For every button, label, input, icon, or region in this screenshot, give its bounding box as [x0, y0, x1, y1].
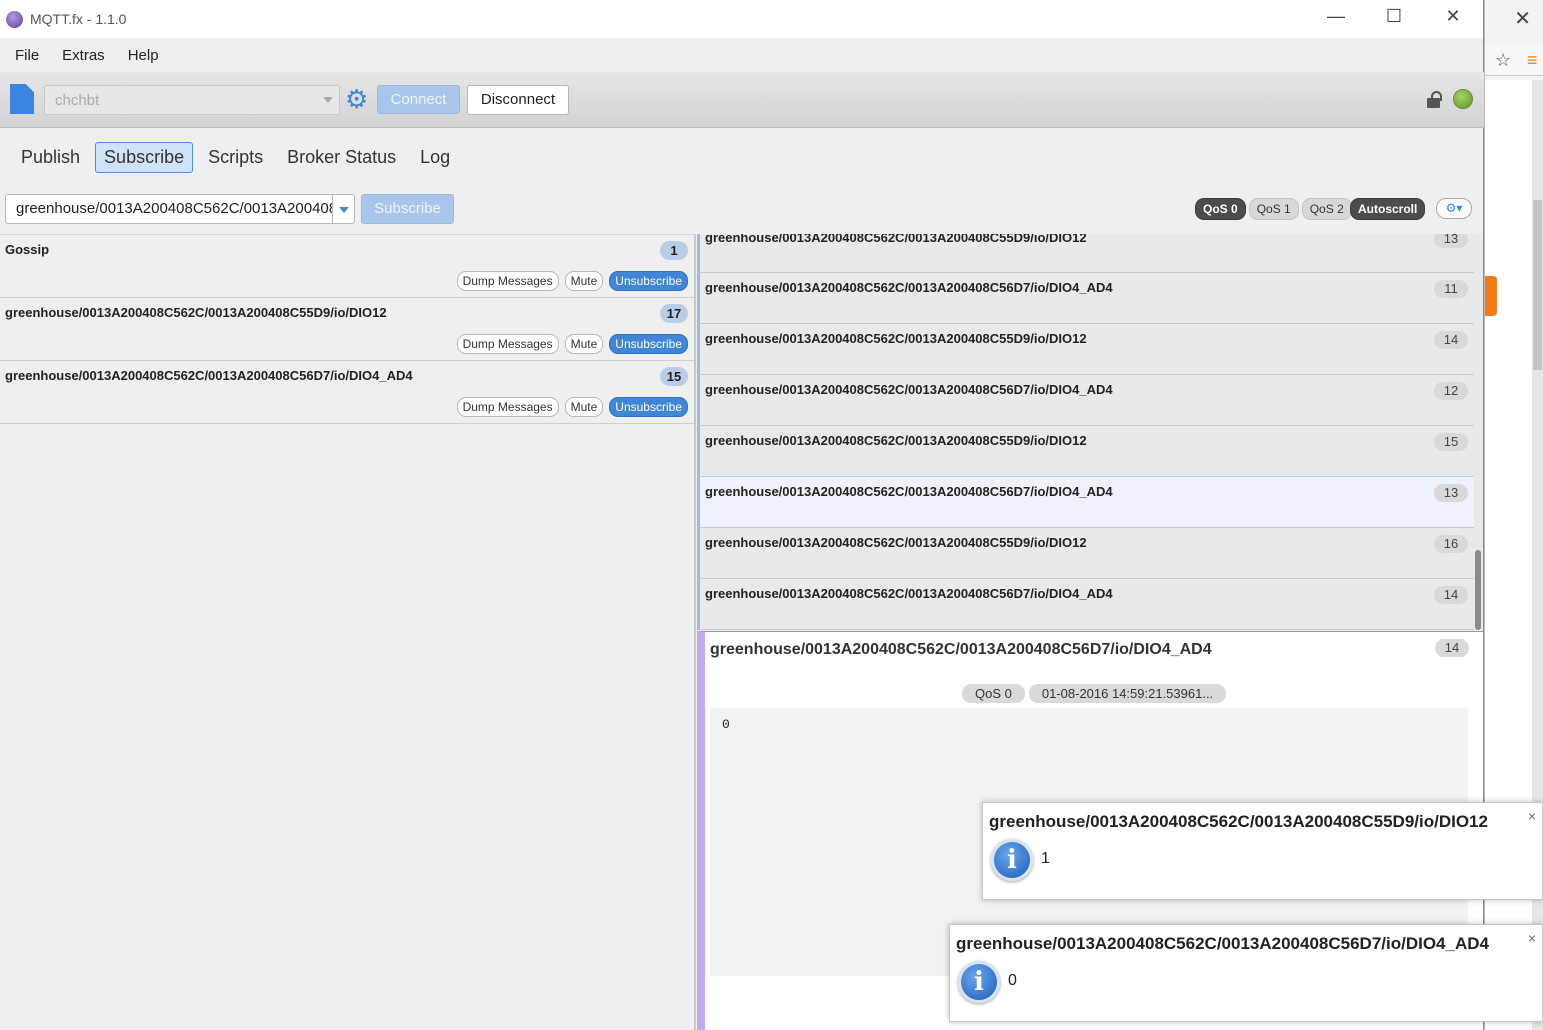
gear-dropdown-icon[interactable]: ⚙▾ — [1436, 198, 1472, 219]
message-topic: greenhouse/0013A200408C562C/0013A200408C… — [705, 484, 1113, 499]
connection-toolbar: chchbt ⚙ Connect Disconnect — [0, 72, 1484, 128]
message-topic: greenhouse/0013A200408C562C/0013A200408C… — [705, 535, 1087, 550]
subscription-count-badge: 15 — [660, 367, 688, 386]
message-list-scrollbar[interactable] — [1474, 234, 1483, 631]
tab-subscribe[interactable]: Subscribe — [95, 142, 194, 173]
message-row[interactable]: greenhouse/0013A200408C562C/0013A200408C… — [697, 579, 1474, 630]
close-button[interactable]: ✕ — [1433, 6, 1473, 27]
unsubscribe-button[interactable]: Unsubscribe — [609, 334, 688, 354]
message-row[interactable]: greenhouse/0013A200408C562C/0013A200408C… — [697, 273, 1474, 324]
connection-status-icon — [1453, 89, 1473, 109]
tab-publish[interactable]: Publish — [12, 142, 89, 173]
subscription-topic: Gossip — [5, 242, 50, 257]
app-icon — [6, 11, 23, 28]
pane-divider[interactable] — [694, 234, 696, 1030]
qos-0-toggle[interactable]: QoS 0 — [1195, 198, 1246, 220]
chevron-down-icon — [323, 97, 333, 103]
close-icon[interactable]: × — [1528, 808, 1536, 824]
dump-messages-button[interactable]: Dump Messages — [456, 397, 559, 417]
message-id-badge: 14 — [1434, 331, 1468, 349]
subscribe-button[interactable]: Subscribe — [361, 194, 454, 224]
message-row[interactable]: greenhouse/0013A200408C562C/0013A200408C… — [697, 324, 1474, 375]
menu-bar: File Extras Help — [0, 38, 1483, 72]
message-row[interactable]: greenhouse/0013A200408C562C/0013A200408C… — [697, 477, 1474, 528]
close-icon[interactable]: × — [1528, 930, 1536, 946]
message-topic: greenhouse/0013A200408C562C/0013A200408C… — [705, 280, 1113, 295]
profile-value: chchbt — [55, 92, 100, 109]
notification-topic: greenhouse/0013A200408C562C/0013A200408C… — [989, 812, 1488, 831]
info-icon: i — [991, 839, 1033, 881]
detail-timestamp: 01-08-2016 14:59:21.53961... — [1028, 684, 1227, 703]
qos-selector: QoS 0 QoS 1 QoS 2 — [1195, 198, 1352, 220]
message-id-badge: 11 — [1434, 280, 1468, 298]
dump-messages-button[interactable]: Dump Messages — [456, 271, 559, 291]
message-topic: greenhouse/0013A200408C562C/0013A200408C… — [705, 382, 1113, 397]
mute-button[interactable]: Mute — [564, 334, 604, 354]
document-icon[interactable] — [10, 84, 34, 114]
browser-menu-icon[interactable]: ≡ — [1527, 50, 1538, 71]
unsubscribe-button[interactable]: Unsubscribe — [609, 397, 688, 417]
notification-topic: greenhouse/0013A200408C562C/0013A200408C… — [956, 934, 1489, 953]
disconnect-button[interactable]: Disconnect — [467, 85, 569, 115]
maximize-button[interactable]: ☐ — [1374, 6, 1414, 27]
message-id-badge: 16 — [1434, 535, 1468, 553]
message-row[interactable]: greenhouse/0013A200408C562C/0013A200408C… — [697, 528, 1474, 579]
notification-popup[interactable]: greenhouse/0013A200408C562C/0013A200408C… — [982, 802, 1543, 900]
message-row[interactable]: greenhouse/0013A200408C562C/0013A200408C… — [697, 375, 1474, 426]
subscription-topic: greenhouse/0013A200408C562C/0013A200408C… — [5, 368, 413, 383]
mute-button[interactable]: Mute — [564, 271, 604, 291]
connection-profile-select[interactable]: chchbt — [44, 85, 340, 115]
subscription-count-badge: 1 — [660, 241, 688, 260]
topic-input[interactable]: greenhouse/0013A200408C562C/0013A200408C… — [5, 194, 335, 224]
qos-2-toggle[interactable]: QoS 2 — [1301, 198, 1352, 220]
message-row[interactable]: greenhouse/0013A200408C562C/0013A200408C… — [697, 426, 1474, 477]
qos-1-toggle[interactable]: QoS 1 — [1248, 198, 1299, 220]
connect-button[interactable]: Connect — [377, 85, 460, 114]
message-topic: greenhouse/0013A200408C562C/0013A200408C… — [705, 234, 1087, 245]
background-close-icon[interactable]: ✕ — [1514, 6, 1531, 31]
autoscroll-toggle[interactable]: Autoscroll — [1350, 198, 1426, 220]
notification-popup[interactable]: greenhouse/0013A200408C562C/0013A200408C… — [949, 924, 1543, 1022]
message-id-badge: 14 — [1434, 586, 1468, 604]
message-id-badge: 13 — [1434, 484, 1468, 502]
message-topic: greenhouse/0013A200408C562C/0013A200408C… — [705, 586, 1113, 601]
mute-button[interactable]: Mute — [564, 397, 604, 417]
gear-icon[interactable]: ⚙ — [345, 86, 368, 112]
message-topic: greenhouse/0013A200408C562C/0013A200408C… — [705, 433, 1087, 448]
subscription-item[interactable]: greenhouse/0013A200408C562C/0013A200408C… — [0, 298, 694, 361]
subscription-item[interactable]: Gossip 1 Dump Messages Mute Unsubscribe — [0, 235, 694, 298]
unlock-icon — [1427, 91, 1445, 109]
tab-scripts[interactable]: Scripts — [199, 142, 272, 173]
detail-qos-badge: QoS 0 — [962, 684, 1025, 703]
tab-broker-status[interactable]: Broker Status — [278, 142, 405, 173]
message-id-badge: 13 — [1434, 234, 1468, 248]
title-bar: MQTT.fx - 1.1.0 — ☐ ✕ — [0, 0, 1483, 38]
background-orange-button[interactable] — [1485, 276, 1497, 316]
menu-help[interactable]: Help — [128, 47, 159, 64]
notification-value: 0 — [1008, 972, 1017, 989]
minimize-button[interactable]: — — [1316, 6, 1356, 27]
tab-log[interactable]: Log — [411, 142, 459, 173]
main-tabs: Publish Subscribe Scripts Broker Status … — [12, 142, 459, 173]
menu-extras[interactable]: Extras — [62, 47, 105, 64]
topic-history-dropdown[interactable] — [332, 194, 355, 224]
message-list: greenhouse/0013A200408C562C/0013A200408C… — [697, 234, 1474, 631]
message-topic: greenhouse/0013A200408C562C/0013A200408C… — [705, 331, 1087, 346]
window-title: MQTT.fx - 1.1.0 — [30, 11, 127, 27]
message-id-badge: 12 — [1434, 382, 1468, 400]
detail-topic: greenhouse/0013A200408C562C/0013A200408C… — [710, 641, 1212, 658]
message-row[interactable]: greenhouse/0013A200408C562C/0013A200408C… — [697, 234, 1474, 273]
message-id-badge: 15 — [1434, 433, 1468, 451]
subscription-list: Gossip 1 Dump Messages Mute Unsubscribe … — [0, 234, 694, 1030]
info-icon: i — [958, 961, 1000, 1003]
menu-file[interactable]: File — [15, 47, 39, 64]
subscription-topic: greenhouse/0013A200408C562C/0013A200408C… — [5, 305, 387, 320]
unsubscribe-button[interactable]: Unsubscribe — [609, 271, 688, 291]
dump-messages-button[interactable]: Dump Messages — [456, 334, 559, 354]
subscription-item[interactable]: greenhouse/0013A200408C562C/0013A200408C… — [0, 361, 694, 424]
notification-value: 1 — [1041, 850, 1050, 867]
detail-id-badge: 14 — [1435, 639, 1469, 657]
subscription-count-badge: 17 — [660, 304, 688, 323]
bookmark-star-icon[interactable]: ☆ — [1495, 50, 1511, 71]
